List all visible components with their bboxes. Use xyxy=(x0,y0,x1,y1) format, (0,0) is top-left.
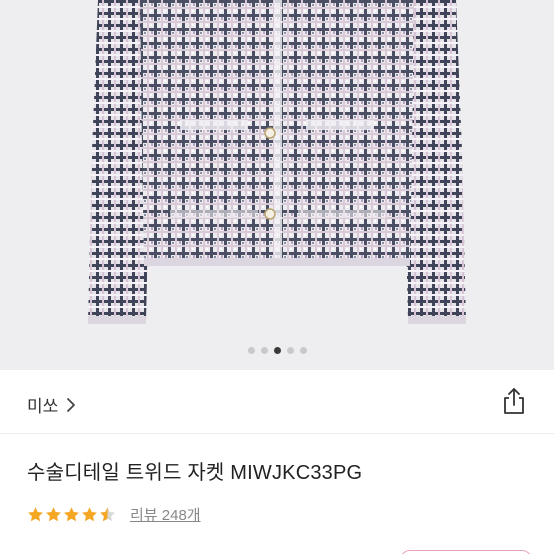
carousel-indicator xyxy=(0,347,554,357)
star-full-icon xyxy=(64,507,79,522)
product-image[interactable] xyxy=(0,0,554,370)
carousel-dot[interactable] xyxy=(260,347,268,354)
product-title: 수술디테일 트위드 자켓 MIWJKC33PG xyxy=(27,462,363,484)
star-half-icon xyxy=(100,507,115,522)
star-full-icon xyxy=(82,507,97,522)
brand-link[interactable]: 미쏘 xyxy=(27,392,76,417)
carousel-dot-active[interactable] xyxy=(273,347,281,354)
star-full-icon xyxy=(28,507,43,522)
action-button-peek[interactable] xyxy=(400,550,532,554)
product-image-carousel[interactable] xyxy=(0,0,554,370)
carousel-dot[interactable] xyxy=(299,347,307,354)
brand-name: 미쏘 xyxy=(27,397,59,416)
star-rating xyxy=(27,506,116,523)
review-count-link[interactable]: 리뷰 248개 xyxy=(130,504,201,525)
chevron-right-icon xyxy=(67,397,76,412)
rating-row: 리뷰 248개 xyxy=(27,504,201,525)
bottom-button-peek xyxy=(0,544,554,554)
carousel-dot[interactable] xyxy=(286,347,294,354)
carousel-dot[interactable] xyxy=(247,347,255,354)
brand-row: 미쏘 xyxy=(0,370,554,434)
share-icon[interactable] xyxy=(500,386,528,416)
star-full-icon xyxy=(46,507,61,522)
